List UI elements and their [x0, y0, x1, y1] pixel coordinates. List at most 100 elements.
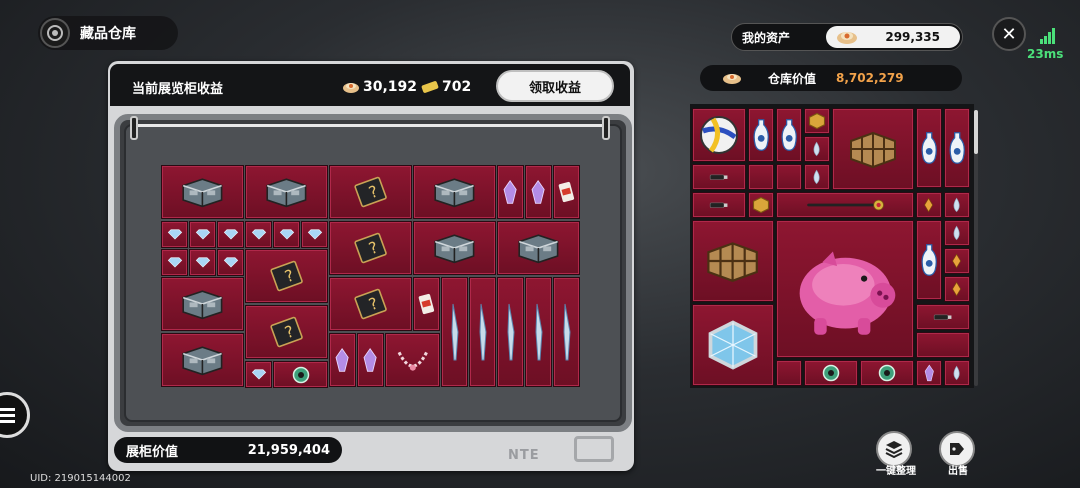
box-icon: [432, 232, 477, 264]
cabinet-slot[interactable]: [161, 277, 244, 331]
cabinet-slot[interactable]: [245, 221, 272, 248]
cabinet-slot[interactable]: [441, 277, 468, 387]
warehouse-slot[interactable]: [748, 164, 774, 190]
box-icon: [180, 176, 225, 208]
warehouse-slot[interactable]: [692, 220, 774, 302]
warehouse-slot[interactable]: [776, 360, 802, 386]
cabinet-slot[interactable]: [469, 277, 496, 387]
menu-button[interactable]: [0, 392, 30, 438]
pink-drop-icon: [951, 197, 962, 213]
warehouse-slot[interactable]: [944, 248, 970, 274]
cabinet-slot[interactable]: [357, 333, 384, 387]
cabinet-slot[interactable]: [553, 277, 580, 387]
crystal-icon: [923, 364, 936, 382]
scepter-icon: [803, 199, 887, 211]
warehouse-slot[interactable]: [944, 220, 970, 246]
warehouse-value: 8,702,279: [836, 71, 904, 85]
warehouse-slot[interactable]: [916, 108, 942, 188]
cabinet-slot[interactable]: [497, 165, 524, 219]
box-icon: [516, 232, 561, 264]
gem-icon: [195, 228, 211, 241]
card-icon: ?: [353, 232, 388, 264]
cabinet-slot[interactable]: ?: [329, 277, 412, 331]
tray-icon: [574, 436, 614, 462]
warehouse-slot[interactable]: [804, 360, 858, 386]
jade-icon: [292, 366, 310, 384]
ticket-income: 702: [421, 79, 471, 95]
cabinet-slot[interactable]: [553, 165, 580, 219]
cabinet-slot[interactable]: ?: [329, 165, 412, 219]
price-tag-icon: [950, 443, 964, 455]
amber-icon: [923, 197, 934, 213]
cabinet-slot[interactable]: [161, 249, 188, 276]
cabinet-slot[interactable]: [161, 333, 244, 387]
cabinet-slot[interactable]: [329, 333, 356, 387]
cabinet-slot[interactable]: [273, 221, 300, 248]
warehouse-slot[interactable]: [748, 192, 774, 218]
warehouse-slot[interactable]: [860, 360, 914, 386]
warehouse-slot[interactable]: [776, 220, 914, 358]
warehouse-slot[interactable]: [916, 332, 970, 358]
crystal-icon: [529, 179, 547, 205]
cabinet-slot[interactable]: [189, 249, 216, 276]
blade-icon: [471, 302, 495, 362]
cabinet-slot[interactable]: [273, 361, 328, 388]
warehouse-slot[interactable]: [832, 108, 914, 190]
warehouse-slot[interactable]: [748, 108, 774, 162]
close-button[interactable]: ✕: [992, 17, 1026, 51]
warehouse-slot[interactable]: [916, 220, 942, 300]
asset-coin-icon: [837, 32, 857, 44]
cabinet-slot[interactable]: ?: [329, 221, 412, 275]
cabinet-slot[interactable]: [497, 277, 524, 387]
warehouse-slot[interactable]: [944, 276, 970, 302]
warehouse-slot[interactable]: [692, 304, 774, 386]
ice-cube-icon: [708, 320, 758, 370]
cabinet-slot[interactable]: [161, 221, 188, 248]
warehouse-slot[interactable]: [916, 360, 942, 386]
warehouse-slot[interactable]: [804, 164, 830, 190]
warehouse-slot[interactable]: [776, 192, 914, 218]
cabinet-slot[interactable]: [189, 221, 216, 248]
crystal-icon: [361, 347, 379, 373]
gem-icon: [307, 228, 323, 241]
cabinet-slot[interactable]: [413, 221, 496, 275]
box-icon: [180, 344, 225, 376]
cabinet-slot[interactable]: [301, 221, 328, 248]
cabinet-slot[interactable]: [413, 277, 440, 331]
cabinet-slot[interactable]: ?: [245, 249, 328, 303]
warehouse-slot[interactable]: [804, 108, 830, 134]
box-icon: [264, 176, 309, 208]
warehouse-slot[interactable]: [692, 164, 746, 190]
warehouse-slot[interactable]: [916, 192, 942, 218]
cabinet-slot[interactable]: [497, 221, 580, 275]
gem-icon: [195, 256, 211, 269]
warehouse-slot[interactable]: [776, 108, 802, 162]
cabinet-slot[interactable]: [525, 277, 552, 387]
warehouse-slot[interactable]: [804, 136, 830, 162]
cabinet-slot[interactable]: [245, 361, 272, 388]
warehouse-slot[interactable]: [916, 304, 970, 330]
warehouse-slot[interactable]: [944, 192, 970, 218]
cabinet-slot[interactable]: [161, 165, 244, 219]
blade-icon: [555, 302, 579, 362]
gem-icon: [167, 256, 183, 269]
cabinet-slot[interactable]: [525, 165, 552, 219]
box-icon: [432, 176, 477, 208]
warehouse-slot[interactable]: [944, 108, 970, 188]
ticket-icon: [421, 81, 439, 93]
cabinet-slot[interactable]: [245, 165, 328, 219]
scrollbar-thumb[interactable]: [974, 110, 978, 154]
cabinet-slot[interactable]: [217, 221, 244, 248]
warehouse-slot[interactable]: [692, 192, 746, 218]
warehouse-slot[interactable]: [944, 360, 970, 386]
warehouse-slot[interactable]: [692, 108, 746, 162]
ticket-amount: 702: [442, 79, 472, 95]
shelf-icon: [847, 129, 899, 169]
cabinet-slot[interactable]: [385, 333, 440, 387]
cabinet-slot[interactable]: [217, 249, 244, 276]
warehouse-slot[interactable]: [776, 164, 802, 190]
blade-icon: [499, 302, 523, 362]
cabinet-slot[interactable]: ?: [245, 305, 328, 359]
claim-income-button[interactable]: 领取收益: [496, 70, 614, 102]
cabinet-slot[interactable]: [413, 165, 496, 219]
